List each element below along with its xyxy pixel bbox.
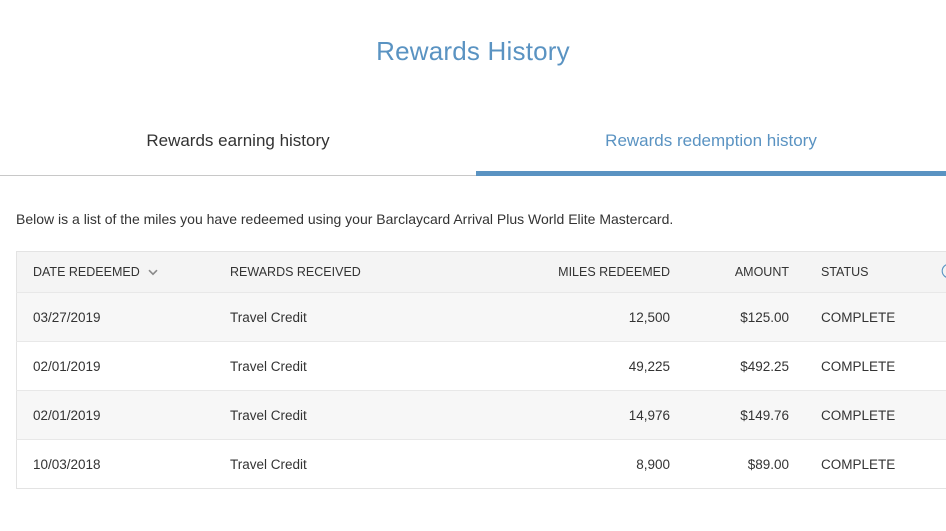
cell-rewards-received: Travel Credit — [230, 341, 480, 391]
cell-miles-redeemed: 49,225 — [480, 341, 670, 391]
column-header-date-redeemed[interactable]: DATE REDEEMED — [16, 251, 230, 293]
cell-miles-redeemed: 8,900 — [480, 439, 670, 489]
column-header-miles-redeemed: MILES REDEEMED — [480, 251, 670, 293]
cell-spacer — [941, 341, 946, 391]
chevron-down-icon[interactable] — [148, 265, 158, 279]
column-header-status: STATUS — [789, 251, 941, 293]
cell-status: COMPLETE — [789, 341, 941, 391]
cell-amount: $89.00 — [670, 439, 789, 489]
table-row: 03/27/2019 Travel Credit 12,500 $125.00 … — [16, 292, 946, 342]
cell-amount: $149.76 — [670, 390, 789, 440]
cell-miles-redeemed: 14,976 — [480, 390, 670, 440]
cell-miles-redeemed: 12,500 — [480, 292, 670, 342]
cell-spacer — [941, 292, 946, 342]
cell-rewards-received: Travel Credit — [230, 390, 480, 440]
cell-spacer — [941, 439, 946, 489]
column-header-info — [941, 251, 946, 293]
cell-status: COMPLETE — [789, 439, 941, 489]
table-header-row: DATE REDEEMED REWARDS RECEIVED MILES RED… — [16, 251, 946, 293]
cell-rewards-received: Travel Credit — [230, 292, 480, 342]
cell-date-redeemed: 03/27/2019 — [16, 292, 230, 342]
cell-status: COMPLETE — [789, 390, 941, 440]
info-icon[interactable] — [941, 263, 946, 282]
cell-status: COMPLETE — [789, 292, 941, 342]
column-header-date-label: DATE REDEEMED — [33, 264, 140, 279]
column-header-amount: AMOUNT — [670, 251, 789, 293]
redemption-history-table: DATE REDEEMED REWARDS RECEIVED MILES RED… — [16, 251, 946, 489]
cell-amount: $125.00 — [670, 292, 789, 342]
cell-spacer — [941, 390, 946, 440]
column-header-rewards-received: REWARDS RECEIVED — [230, 251, 480, 293]
tab-bar: Rewards earning history Rewards redempti… — [0, 120, 946, 176]
cell-date-redeemed: 02/01/2019 — [16, 390, 230, 440]
intro-text: Below is a list of the miles you have re… — [16, 211, 674, 227]
tab-rewards-earning-history[interactable]: Rewards earning history — [0, 120, 476, 176]
table-row: 10/03/2018 Travel Credit 8,900 $89.00 CO… — [16, 439, 946, 489]
cell-date-redeemed: 02/01/2019 — [16, 341, 230, 391]
cell-rewards-received: Travel Credit — [230, 439, 480, 489]
table-row: 02/01/2019 Travel Credit 14,976 $149.76 … — [16, 390, 946, 440]
page-title: Rewards History — [376, 36, 570, 66]
table-row: 02/01/2019 Travel Credit 49,225 $492.25 … — [16, 341, 946, 391]
cell-date-redeemed: 10/03/2018 — [16, 439, 230, 489]
tab-rewards-redemption-history[interactable]: Rewards redemption history — [476, 120, 946, 176]
cell-amount: $492.25 — [670, 341, 789, 391]
